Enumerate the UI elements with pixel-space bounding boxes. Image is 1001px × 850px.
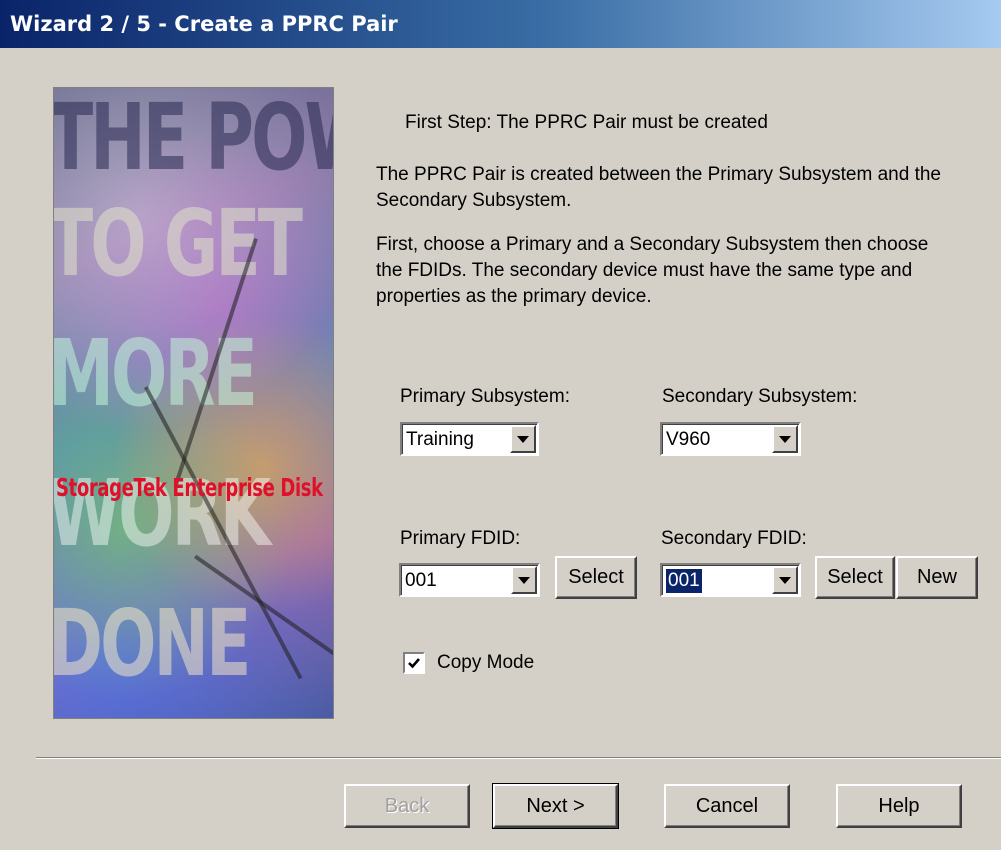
secondary-subsystem-label: Secondary Subsystem: <box>662 386 858 407</box>
checkmark-icon <box>408 658 420 669</box>
primary-fdid-dropdown[interactable]: 001 <box>399 563 540 597</box>
copy-mode-checkbox[interactable] <box>403 652 425 674</box>
chevron-down-icon[interactable] <box>772 425 798 453</box>
next-button[interactable]: Next > <box>492 783 619 829</box>
wizard-banner-image: THE POWER TO GET MORE WORK DONE StorageT… <box>53 87 334 719</box>
banner-line-2: TO GET <box>53 190 303 297</box>
chevron-down-icon[interactable] <box>511 566 537 594</box>
primary-subsystem-value: Training <box>406 429 474 450</box>
primary-fdid-select-button[interactable]: Select <box>555 556 637 599</box>
primary-fdid-label: Primary FDID: <box>400 528 521 549</box>
step-title: First Step: The PPRC Pair must be create… <box>405 112 768 133</box>
secondary-fdid-label: Secondary FDID: <box>661 528 807 549</box>
banner-line-5: DONE <box>53 590 251 697</box>
secondary-subsystem-value: V960 <box>666 429 711 450</box>
cancel-button[interactable]: Cancel <box>664 784 790 828</box>
back-button[interactable]: Back <box>344 784 470 828</box>
secondary-subsystem-dropdown[interactable]: V960 <box>660 422 801 456</box>
window-title: Wizard 2 / 5 - Create a PPRC Pair <box>10 12 398 36</box>
banner-line-1: THE POWER <box>53 87 333 191</box>
primary-fdid-value: 001 <box>405 570 437 591</box>
primary-subsystem-label: Primary Subsystem: <box>400 386 570 407</box>
title-bar: Wizard 2 / 5 - Create a PPRC Pair <box>0 0 1001 48</box>
secondary-fdid-value: 001 <box>665 568 703 594</box>
footer-divider <box>36 757 1001 759</box>
secondary-fdid-select-button[interactable]: Select <box>815 556 895 599</box>
copy-mode-label: Copy Mode <box>437 652 535 673</box>
banner-tagline: StorageTek Enterprise Disk <box>56 473 323 502</box>
description-paragraph-2: First, choose a Primary and a Secondary … <box>376 234 929 307</box>
chevron-down-icon[interactable] <box>772 566 798 594</box>
description-paragraph-1: The PPRC Pair is created between the Pri… <box>376 164 941 211</box>
new-fdid-button[interactable]: New <box>896 556 978 599</box>
secondary-fdid-dropdown[interactable]: 001 <box>660 563 801 597</box>
help-button[interactable]: Help <box>836 784 962 828</box>
chevron-down-icon[interactable] <box>510 425 536 453</box>
primary-subsystem-dropdown[interactable]: Training <box>400 422 539 456</box>
